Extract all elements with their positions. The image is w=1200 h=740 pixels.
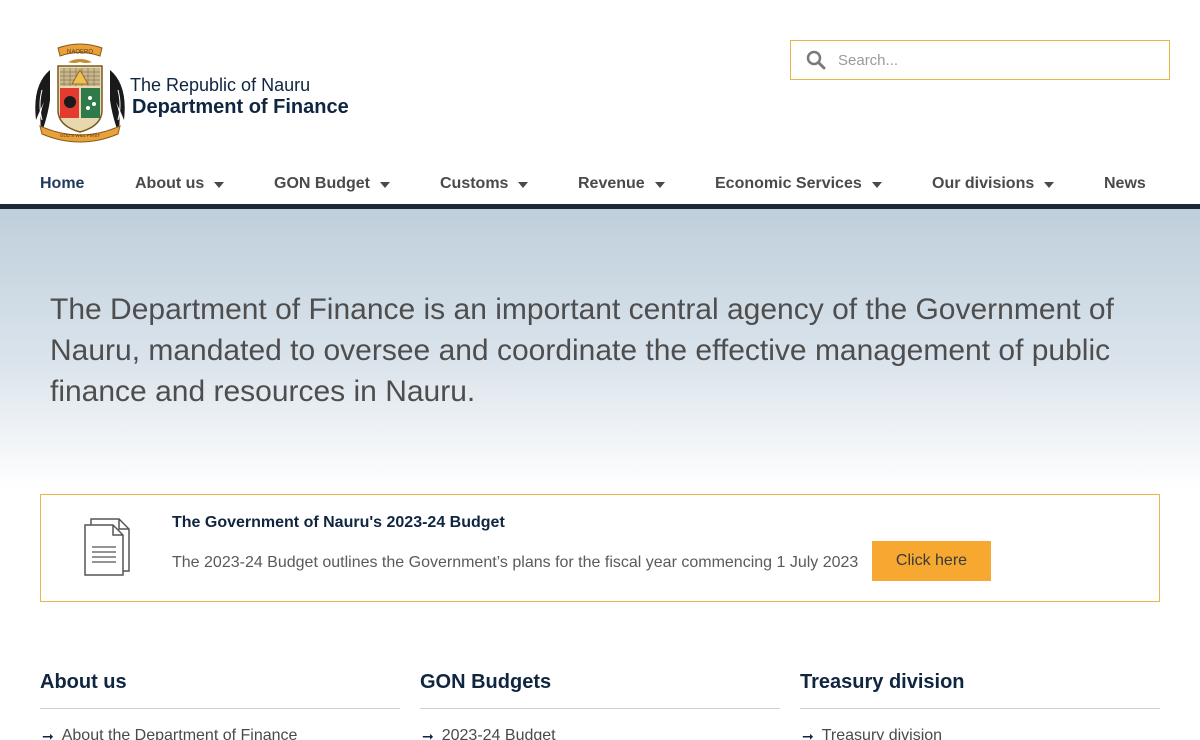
nav-label: Revenue <box>578 175 645 192</box>
nav-item-our-divisions[interactable]: Our divisions <box>932 175 1055 193</box>
column-divider <box>40 708 400 709</box>
nav-label: Home <box>40 175 85 192</box>
caret-down-icon <box>518 182 529 188</box>
caret-down-icon <box>380 182 390 188</box>
column-link-label: About the Department of Finance <box>61 727 298 740</box>
column-link-label: Treasury division <box>821 727 943 740</box>
nav-label: Customs <box>440 175 509 192</box>
budget-callout: The Government of Nauru's 2023-24 Budget… <box>40 494 1160 602</box>
column-about-us: About us ➞ About the Department of Finan… <box>40 670 400 740</box>
column-gon-budgets: GON Budgets ➞ 2023-24 Budget <box>420 670 780 740</box>
nav-item-revenue[interactable]: Revenue <box>578 175 665 193</box>
click-here-button[interactable]: Click here <box>872 541 991 581</box>
nav-label: Our divisions <box>932 175 1035 192</box>
column-link[interactable]: ➞ 2023-24 Budget <box>420 727 780 740</box>
column-link-label: 2023-24 Budget <box>441 727 556 740</box>
column-link[interactable]: ➞ Treasury division <box>800 727 1160 740</box>
seal-motto-text: GOD'S WILL FIRST <box>60 133 100 138</box>
budget-title: The Government of Nauru's 2023-24 Budget <box>172 514 505 531</box>
main-nav: Home About us GON Budget Customs Revenue… <box>0 165 1200 205</box>
caret-down-icon <box>871 182 882 188</box>
caret-down-icon <box>1044 182 1055 188</box>
arrow-right-icon: ➞ <box>802 727 814 740</box>
nav-label: Economic Services <box>715 175 862 192</box>
column-heading: About us <box>40 671 127 693</box>
caret-down-icon <box>214 182 225 188</box>
nav-label: News <box>1104 175 1146 192</box>
arrow-right-icon: ➞ <box>422 727 434 740</box>
nav-item-customs[interactable]: Customs <box>440 175 529 193</box>
column-treasury-division: Treasury division ➞ Treasury division <box>800 670 1160 740</box>
nauru-coat-of-arms-icon[interactable]: NAOERO GOD'S WILL FIRST <box>30 40 130 146</box>
brand-department: Department of Finance <box>132 96 349 118</box>
brand-country: The Republic of Nauru <box>130 75 311 95</box>
column-link[interactable]: ➞ About the Department of Finance <box>40 727 400 740</box>
nav-item-home[interactable]: Home <box>40 175 84 193</box>
column-heading: Treasury division <box>800 671 965 693</box>
budget-description: The 2023-24 Budget outlines the Governme… <box>172 554 859 571</box>
search-icon[interactable] <box>806 50 826 70</box>
arrow-right-icon: ➞ <box>42 727 54 740</box>
column-heading: GON Budgets <box>420 671 552 693</box>
search-box <box>790 40 1170 80</box>
nav-item-gon-budget[interactable]: GON Budget <box>274 175 390 193</box>
seal-top-text: NAOERO <box>67 50 93 56</box>
nav-label: About us <box>135 175 205 192</box>
nav-label: GON Budget <box>274 175 370 192</box>
search-input[interactable] <box>838 51 1138 69</box>
document-icon <box>84 518 130 576</box>
column-divider <box>800 708 1160 709</box>
nav-item-news[interactable]: News <box>1104 175 1146 193</box>
nav-item-economic-services[interactable]: Economic Services <box>715 175 882 193</box>
site-header: NAOERO GOD'S WILL FIRST The Republic of … <box>0 0 1200 160</box>
hero-mission-text: The Department of Finance is an importan… <box>50 293 1114 408</box>
hero-section: The Department of Finance is an importan… <box>0 209 1200 490</box>
caret-down-icon <box>654 182 665 188</box>
column-divider <box>420 708 780 709</box>
brand[interactable]: The Republic of Nauru Department of Fina… <box>130 75 349 119</box>
nav-item-about-us[interactable]: About us <box>135 175 225 193</box>
